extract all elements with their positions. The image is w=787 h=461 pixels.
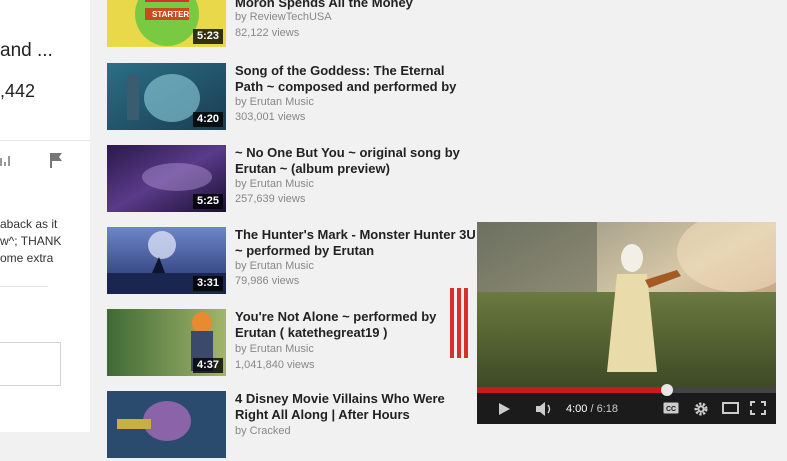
view-count: ,442 <box>0 81 36 101</box>
related-video-item[interactable]: 4 Disney Movie Villains Who Were Right A… <box>92 391 492 461</box>
related-video-title[interactable]: Song of the Goddess: The Eternal Path ~ … <box>235 63 485 95</box>
related-video-title[interactable]: You're Not Alone ~ performed by Erutan (… <box>235 309 485 341</box>
related-video-title[interactable]: The Hunter's Mark - Monster Hunter 3U ~ … <box>235 227 485 259</box>
red-bar <box>464 288 468 358</box>
svg-text:CC: CC <box>666 406 676 413</box>
time-separator: / <box>590 403 594 415</box>
title-line[interactable]: 4 Disney Movie Villains Who Were <box>235 391 485 407</box>
channel-name: by Erutan Music <box>235 343 314 355</box>
video-description: aback as it w^; THANK ome extra <box>0 216 90 267</box>
related-video-item[interactable]: 3:31 The Hunter's Mark - Monster Hunter … <box>92 227 492 297</box>
mini-player[interactable]: 4:00 / 6:18 CC <box>477 222 776 424</box>
video-thumbnail[interactable]: 5:25 <box>107 145 226 212</box>
fullscreen-icon[interactable] <box>750 401 766 415</box>
duration-badge: 5:23 <box>192 29 223 44</box>
title-line[interactable]: The Hunter's Mark - Monster Hunter 3U <box>235 227 485 243</box>
divider <box>0 140 90 141</box>
title-line[interactable]: ~ No One But You ~ original song by <box>235 145 485 161</box>
play-icon[interactable] <box>497 402 511 416</box>
time-display: 4:00 / 6:18 <box>566 403 618 415</box>
captions-icon[interactable]: CC <box>663 402 679 414</box>
view-count: 1,041,840 views <box>235 359 315 371</box>
stats-icon[interactable] <box>0 154 10 166</box>
player-controls: 4:00 / 6:18 CC <box>477 384 776 424</box>
title-line[interactable]: Path ~ composed and performed by <box>235 79 485 95</box>
current-time: 4:00 <box>566 403 588 415</box>
video-frame[interactable] <box>477 222 776 387</box>
description-line: w^; THANK <box>0 234 62 248</box>
related-video-title[interactable]: ~ No One But You ~ original song by Erut… <box>235 145 485 177</box>
title-line[interactable]: You're Not Alone ~ performed by <box>235 309 485 325</box>
red-bar <box>457 288 461 358</box>
flag-icon[interactable] <box>49 152 63 168</box>
total-time: 6:18 <box>596 403 619 415</box>
view-count: 79,986 views <box>235 275 300 287</box>
related-video-item[interactable]: 5:25 ~ No One But You ~ original song by… <box>92 145 492 215</box>
duration-badge: 5:25 <box>192 194 223 209</box>
related-video-item[interactable]: STARTER 5:23 Moron Spends All the Money … <box>92 0 492 50</box>
divider <box>0 286 48 287</box>
video-thumbnail[interactable]: 4:20 <box>107 63 226 130</box>
view-count: 257,639 views <box>235 193 306 205</box>
description-line: ome extra <box>0 251 54 265</box>
comment-input[interactable] <box>0 342 61 386</box>
related-videos-list: STARTER 5:23 Moron Spends All the Money … <box>92 0 492 458</box>
settings-gear-icon[interactable] <box>693 401 709 417</box>
progress-fill <box>477 387 667 393</box>
video-thumbnail[interactable]: 4:37 <box>107 309 226 376</box>
title-line[interactable]: Moron Spends All the Money <box>235 0 485 11</box>
view-count: 303,001 views <box>235 111 306 123</box>
channel-name: by Erutan Music <box>235 178 314 190</box>
related-video-item[interactable]: 4:37 You're Not Alone ~ performed by Eru… <box>92 309 492 379</box>
duration-badge: 4:37 <box>192 358 223 373</box>
video-thumbnail[interactable]: 3:31 <box>107 227 226 294</box>
duration-badge: 3:31 <box>192 276 223 291</box>
channel-name: by Erutan Music <box>235 96 314 108</box>
progress-bar[interactable] <box>477 384 776 396</box>
red-bar <box>450 288 454 358</box>
channel-name: by Erutan Music <box>235 260 314 272</box>
volume-icon[interactable] <box>535 401 555 417</box>
video-title: and ... <box>0 40 53 61</box>
title-line[interactable]: Erutan ~ (album preview) <box>235 161 485 177</box>
duration-badge: 4:20 <box>192 112 223 127</box>
related-video-title[interactable]: Moron Spends All the Money <box>235 0 485 11</box>
video-info-panel: and ... ,442 aback as it w^; THANK ome e… <box>0 0 90 432</box>
related-video-item[interactable]: 4:20 Song of the Goddess: The Eternal Pa… <box>92 63 492 133</box>
channel-name: by Cracked <box>235 425 291 437</box>
channel-name: by ReviewTechUSA <box>235 11 332 23</box>
title-line[interactable]: Erutan ( katethegreat19 ) <box>235 325 485 341</box>
title-line[interactable]: Right All Along | After Hours <box>235 407 485 423</box>
title-line[interactable]: ~ performed by Erutan <box>235 243 485 259</box>
video-thumbnail[interactable]: STARTER 5:23 <box>107 0 226 47</box>
related-video-title[interactable]: 4 Disney Movie Villains Who Were Right A… <box>235 391 485 423</box>
view-count: 82,122 views <box>235 27 300 39</box>
theater-mode-icon[interactable] <box>722 402 739 414</box>
video-thumbnail[interactable] <box>107 391 226 458</box>
title-line[interactable]: Song of the Goddess: The Eternal <box>235 63 485 79</box>
description-line: aback as it <box>0 217 58 231</box>
thumbnail-badge: STARTER <box>152 10 190 19</box>
progress-scrubber[interactable] <box>660 384 673 396</box>
